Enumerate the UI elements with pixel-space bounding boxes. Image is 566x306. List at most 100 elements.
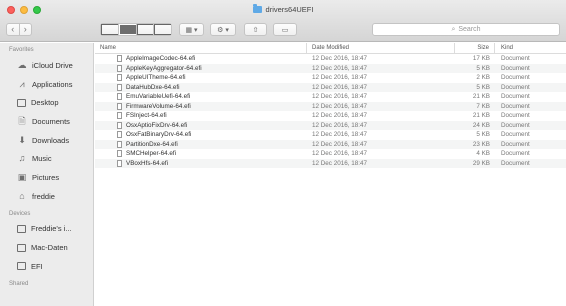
- sidebar-item-mac-daten[interactable]: Mac-Daten: [0, 238, 93, 257]
- window-title-text: drivers64UEFI: [265, 5, 314, 14]
- file-row[interactable]: OsxAptioFixDrv-64.efi 12 Dec 2016, 18:47 2…: [95, 120, 566, 130]
- applications-icon: ⩘: [19, 78, 25, 89]
- file-name: AppleKeyAggregator-64.efi: [126, 64, 202, 72]
- sidebar-item-computer[interactable]: Freddie's i...: [0, 220, 93, 239]
- file-name: VBoxHfs-64.efi: [126, 159, 168, 167]
- grid-icon: ▦ ▾: [185, 26, 198, 34]
- forward-button[interactable]: ›: [20, 24, 32, 35]
- file-kind: Document: [501, 131, 530, 139]
- file-name: SMCHelper-64.efi: [126, 150, 177, 158]
- tag-icon: ▭: [281, 26, 289, 34]
- sidebar-item-efi[interactable]: EFI: [0, 257, 93, 276]
- sidebar-item-label: Pictures: [32, 172, 60, 182]
- file-row[interactable]: FirmwareVolume-64.efi 12 Dec 2016, 18:47 7…: [95, 101, 566, 111]
- file-kind: Document: [501, 150, 530, 158]
- action-button[interactable]: ⚙ ▾: [210, 23, 236, 36]
- file-size: 5 KB: [476, 83, 490, 91]
- sidebar-item-documents[interactable]: 🗎 Documents: [0, 112, 93, 131]
- column-header-row: Name Date Modified Size Kind: [95, 43, 566, 54]
- tag-button[interactable]: ▭: [273, 23, 297, 36]
- file-size: 23 KB: [472, 140, 490, 148]
- file-row[interactable]: VBoxHfs-64.efi 12 Dec 2016, 18:47 29 KB Doc…: [95, 158, 566, 168]
- arrange-button[interactable]: ▦ ▾: [179, 23, 204, 36]
- file-list: Name Date Modified Size Kind AppleImageC…: [95, 43, 566, 306]
- file-name: EmuVariableUefi-64.efi: [126, 93, 191, 101]
- disk-icon: [17, 262, 26, 271]
- file-row[interactable]: DataHubDxe-64.efi 12 Dec 2016, 18:47 5 KB D…: [95, 82, 566, 92]
- icon-view-button[interactable]: [101, 24, 119, 35]
- file-row[interactable]: AppleImageCodec-64.efi 12 Dec 2016, 18:47…: [95, 54, 566, 64]
- sidebar-item-label: iCloud Drive: [32, 60, 73, 70]
- document-icon: [117, 93, 122, 101]
- file-size: 5 KB: [476, 64, 490, 72]
- column-view-button[interactable]: [136, 24, 155, 35]
- file-row[interactable]: OsxFatBinaryDrv-64.efi 12 Dec 2016, 18:47…: [95, 130, 566, 140]
- music-icon: ♫: [18, 153, 26, 164]
- search-field[interactable]: ⌕ Search: [372, 23, 560, 36]
- file-date: 12 Dec 2016, 18:47: [312, 55, 367, 63]
- file-date: 12 Dec 2016, 18:47: [312, 102, 367, 110]
- file-date: 12 Dec 2016, 18:47: [312, 112, 367, 120]
- search-placeholder: Search: [458, 26, 481, 33]
- sidebar-item-desktop[interactable]: Desktop: [0, 93, 93, 112]
- file-date: 12 Dec 2016, 18:47: [312, 64, 367, 72]
- sidebar-item-music[interactable]: ♫ Music: [0, 149, 93, 168]
- file-row[interactable]: AppleKeyAggregator-64.efi 12 Dec 2016, 18…: [95, 63, 566, 73]
- document-icon: [117, 159, 122, 167]
- file-name: OsxFatBinaryDrv-64.efi: [126, 131, 192, 139]
- documents-icon: 🗎: [18, 115, 26, 126]
- desktop-icon: [17, 98, 26, 107]
- document-icon: [117, 64, 122, 72]
- file-size: 17 KB: [472, 55, 490, 63]
- sidebar-item-freddie[interactable]: ⌂ freddie: [0, 187, 93, 206]
- file-row[interactable]: PartitionDxe-64.efi 12 Dec 2016, 18:47 23 …: [95, 139, 566, 149]
- icon-view-icon: [101, 24, 118, 35]
- document-icon: [117, 112, 122, 120]
- downloads-icon: ⬇: [18, 134, 26, 145]
- file-row[interactable]: AppleUITheme-64.efi 12 Dec 2016, 18:47 2 K…: [95, 73, 566, 83]
- file-date: 12 Dec 2016, 18:47: [312, 74, 367, 82]
- file-row[interactable]: EmuVariableUefi-64.efi 12 Dec 2016, 18:47…: [95, 92, 566, 102]
- file-kind: Document: [501, 83, 530, 91]
- column-header-size[interactable]: Size: [455, 43, 495, 53]
- sidebar: Favorites ☁ iCloud Drive ⩘ Applications …: [0, 43, 94, 306]
- sidebar-item-applications[interactable]: ⩘ Applications: [0, 75, 93, 94]
- sidebar-header-devices: Devices: [9, 210, 31, 217]
- file-size: 29 KB: [472, 159, 490, 167]
- share-button[interactable]: ⇧: [244, 23, 267, 36]
- file-kind: Document: [501, 64, 530, 72]
- toolbar: drivers64UEFI ‹ › ▦ ▾ ⚙ ▾ ⇧ ▭ ⌕ Search: [0, 0, 566, 42]
- sidebar-header-favorites: Favorites: [9, 47, 34, 53]
- gallery-view-button[interactable]: [154, 24, 171, 35]
- list-view-button[interactable]: [118, 24, 137, 35]
- disk-icon: [17, 243, 26, 252]
- file-size: 21 KB: [472, 112, 490, 120]
- sidebar-item-label: Mac-Daten: [31, 243, 68, 253]
- document-icon: [117, 74, 122, 82]
- file-name: PartitionDxe-64.efi: [126, 140, 178, 148]
- back-forward-group: ‹ ›: [6, 23, 32, 36]
- sidebar-item-pictures[interactable]: ▣ Pictures: [0, 168, 93, 187]
- file-kind: Document: [501, 102, 530, 110]
- finder-window: drivers64UEFI ‹ › ▦ ▾ ⚙ ▾ ⇧ ▭ ⌕ Search F…: [0, 0, 566, 306]
- file-kind: Document: [501, 112, 530, 120]
- pictures-icon: ▣: [17, 171, 27, 182]
- sidebar-item-label: Downloads: [32, 135, 70, 145]
- list-view-icon: [118, 24, 136, 35]
- file-rows: AppleImageCodec-64.efi 12 Dec 2016, 18:47…: [95, 54, 566, 168]
- column-header-date-modified[interactable]: Date Modified: [307, 43, 455, 53]
- file-kind: Document: [501, 140, 530, 148]
- file-kind: Document: [501, 121, 530, 129]
- column-header-name[interactable]: Name: [95, 43, 307, 53]
- file-row[interactable]: FSInject-64.efi 12 Dec 2016, 18:47 21 KB Do…: [95, 111, 566, 121]
- column-header-kind[interactable]: Kind: [495, 43, 566, 53]
- file-date: 12 Dec 2016, 18:47: [312, 83, 367, 91]
- sidebar-item-downloads[interactable]: ⬇ Downloads: [0, 131, 93, 150]
- file-name: FirmwareVolume-64.efi: [126, 102, 191, 110]
- back-button[interactable]: ‹: [7, 24, 20, 35]
- sidebar-item-icloud-drive[interactable]: ☁ iCloud Drive: [0, 56, 93, 75]
- file-size: 24 KB: [472, 121, 490, 129]
- file-row[interactable]: SMCHelper-64.efi 12 Dec 2016, 18:47 4 KB Do…: [95, 149, 566, 159]
- sidebar-item-label: Desktop: [31, 98, 59, 108]
- sidebar-item-label: EFI: [31, 261, 43, 271]
